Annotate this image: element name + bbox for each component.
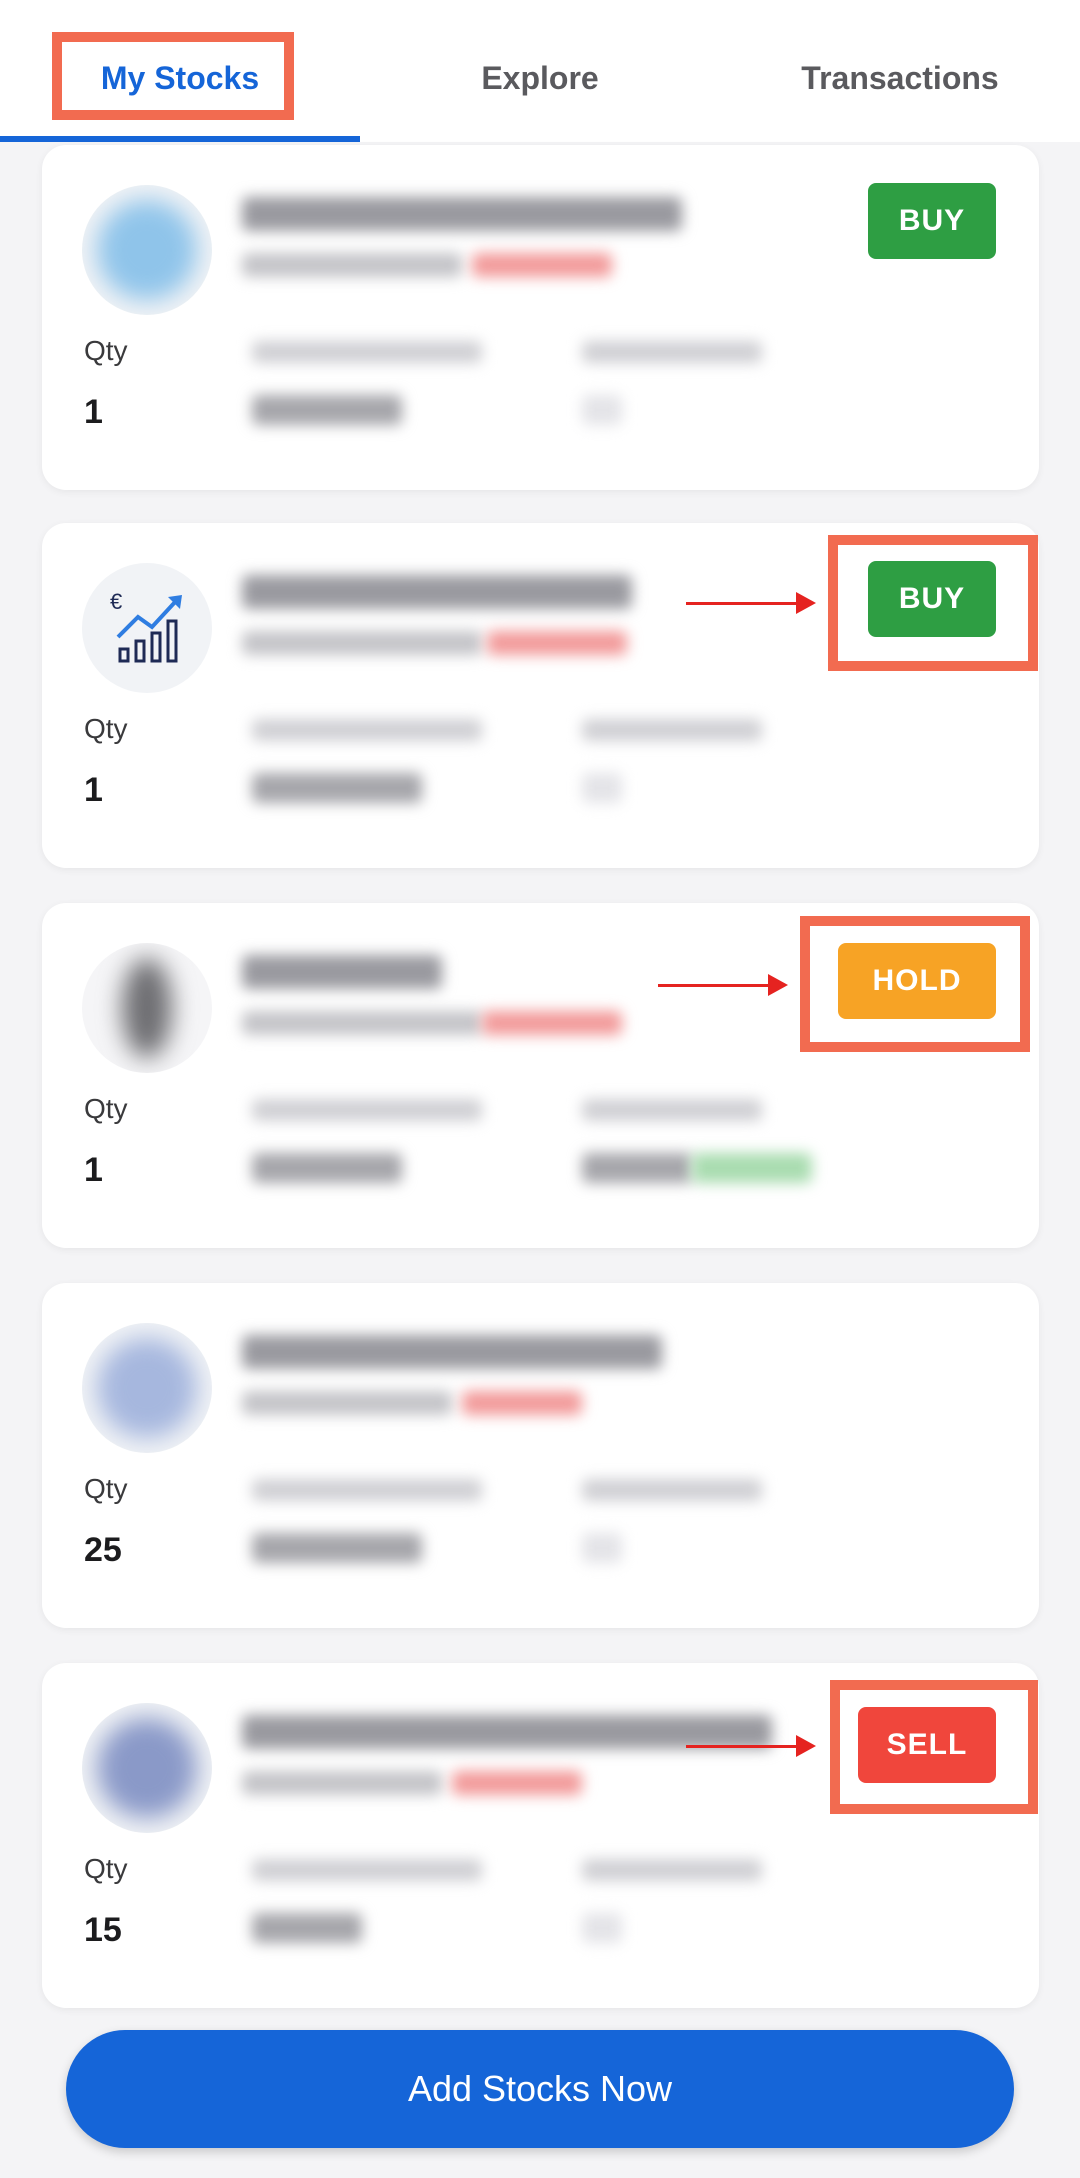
qty-value: 1 <box>84 393 103 431</box>
redacted-field-value <box>252 1913 362 1943</box>
qty-label: Qty <box>84 1473 128 1504</box>
stock-card[interactable]: Qty 25 <box>42 1283 1039 1628</box>
redacted-stock-meta <box>242 631 482 655</box>
stock-card[interactable]: Qty 15 SELL <box>42 1663 1039 2008</box>
sell-button[interactable]: SELL <box>858 1707 996 1783</box>
redacted-field-value <box>252 395 402 425</box>
redacted-stock-meta <box>242 1771 442 1795</box>
qty-value: 25 <box>84 1531 122 1569</box>
redacted-stock-meta <box>242 253 462 277</box>
redacted-stock-name <box>242 197 682 231</box>
buy-button[interactable]: BUY <box>868 561 996 637</box>
svg-text:€: € <box>110 589 122 614</box>
tab-explore[interactable]: Explore <box>450 52 630 104</box>
active-tab-indicator <box>0 136 360 142</box>
redacted-field-label <box>582 1479 762 1501</box>
qty-label: Qty <box>84 1093 128 1124</box>
hold-button[interactable]: HOLD <box>838 943 996 1019</box>
redacted-field-label <box>582 719 762 741</box>
tab-transactions[interactable]: Transactions <box>780 52 1020 104</box>
redacted-stock-change <box>472 253 612 277</box>
buy-button[interactable]: BUY <box>868 183 996 259</box>
redacted-field-label <box>252 1099 482 1121</box>
redacted-stock-name <box>242 575 632 609</box>
redacted-stock-meta <box>242 1011 482 1035</box>
stock-logo <box>82 1323 212 1453</box>
redacted-stock-name <box>242 1715 772 1749</box>
redacted-field-value <box>582 773 622 803</box>
redacted-stock-name <box>242 1335 662 1369</box>
tab-my-stocks[interactable]: My Stocks <box>90 52 270 104</box>
annotation-arrow <box>686 592 816 614</box>
stock-logo <box>82 943 212 1073</box>
redacted-field-value <box>582 395 622 425</box>
growth-chart-icon: € <box>110 589 182 663</box>
redacted-field-value <box>582 1153 692 1183</box>
redacted-field-label <box>582 1859 762 1881</box>
redacted-stock-change <box>452 1771 582 1795</box>
stock-card[interactable]: € Qty 1 BUY <box>42 523 1039 868</box>
redacted-field-value <box>582 1913 622 1943</box>
redacted-field-value <box>252 773 422 803</box>
add-stocks-button[interactable]: Add Stocks Now <box>66 2030 1014 2148</box>
qty-label: Qty <box>84 335 128 366</box>
redacted-stock-meta <box>242 1391 452 1415</box>
stock-card[interactable]: Qty 1 HOLD <box>42 903 1039 1248</box>
redacted-field-value <box>252 1533 422 1563</box>
redacted-field-label <box>582 1099 762 1121</box>
annotation-arrow <box>686 1735 816 1757</box>
stock-logo: € <box>82 563 212 693</box>
redacted-field-label <box>252 1859 482 1881</box>
redacted-stock-change <box>482 1011 622 1035</box>
redacted-stock-change <box>487 631 627 655</box>
redacted-field-change <box>692 1153 812 1183</box>
redacted-field-label <box>252 341 482 363</box>
annotation-arrow <box>658 974 788 996</box>
stock-logo <box>82 1703 212 1833</box>
qty-value: 1 <box>84 1151 103 1189</box>
redacted-stock-change <box>462 1391 582 1415</box>
stock-logo <box>82 185 212 315</box>
redacted-field-label <box>252 1479 482 1501</box>
redacted-field-value <box>582 1533 622 1563</box>
qty-label: Qty <box>84 1853 128 1884</box>
redacted-field-label <box>582 341 762 363</box>
redacted-field-value <box>252 1153 402 1183</box>
qty-label: Qty <box>84 713 128 744</box>
qty-value: 1 <box>84 771 103 809</box>
qty-value: 15 <box>84 1911 122 1949</box>
tab-bar: My Stocks Explore Transactions <box>0 0 1080 142</box>
stock-card[interactable]: Qty 1 BUY <box>42 145 1039 490</box>
redacted-stock-name <box>242 955 442 989</box>
redacted-field-label <box>252 719 482 741</box>
